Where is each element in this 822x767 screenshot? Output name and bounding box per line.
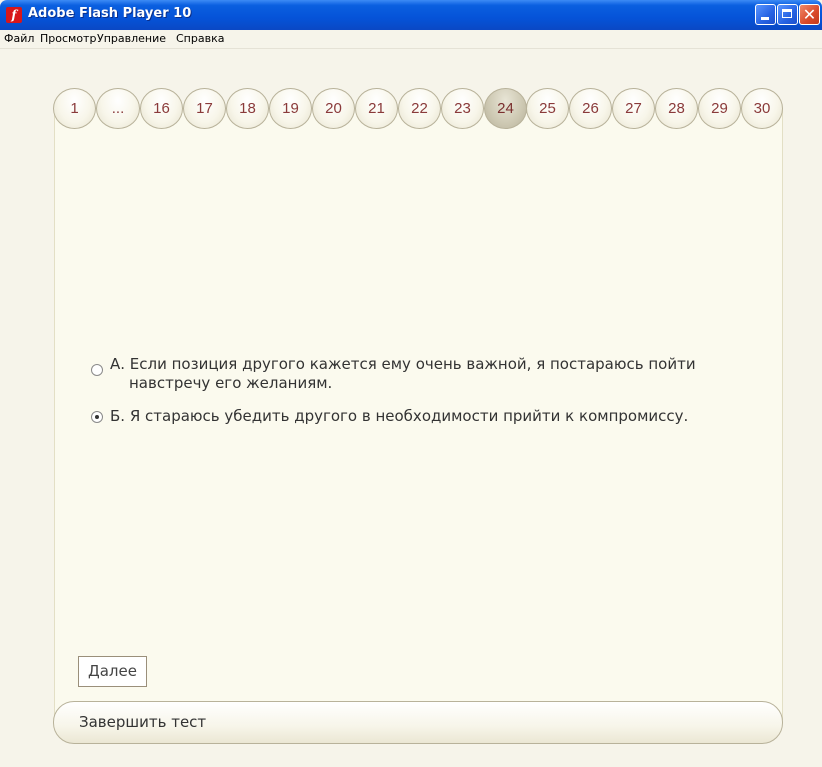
answer-text-a-line2[interactable]: навстречу его желаниям.	[129, 374, 332, 393]
tab-question-18[interactable]: 18	[226, 88, 269, 129]
menu-item-help[interactable]: Справка	[176, 32, 224, 45]
next-button[interactable]: Далее	[78, 656, 147, 687]
tab-question-27[interactable]: 27	[612, 88, 655, 129]
flash-icon: f	[6, 7, 22, 23]
tab-question-16[interactable]: 16	[140, 88, 183, 129]
tab-question-25[interactable]: 25	[526, 88, 569, 129]
tab-question-20[interactable]: 20	[312, 88, 355, 129]
title-bar: f Adobe Flash Player 10 ✕	[0, 0, 822, 30]
tab-question-30[interactable]: 30	[741, 88, 783, 129]
tab-question-24[interactable]: 24	[484, 88, 527, 129]
menu-item-file[interactable]: Файл	[4, 32, 34, 45]
close-button[interactable]: ✕	[799, 4, 820, 25]
tab-question-17[interactable]: 17	[183, 88, 226, 129]
tab-ellipsis[interactable]: ...	[96, 88, 140, 129]
minimize-button[interactable]	[755, 4, 776, 25]
close-icon: ✕	[802, 5, 817, 24]
tab-question-1[interactable]: 1	[53, 88, 96, 129]
menu-item-control[interactable]: Управление	[97, 32, 166, 45]
tab-question-23[interactable]: 23	[441, 88, 484, 129]
answer-radio-b[interactable]	[91, 411, 103, 423]
finish-test-button[interactable]: Завершить тест	[53, 701, 783, 744]
answer-text-b[interactable]: Б. Я стараюсь убедить другого в необходи…	[110, 407, 688, 426]
tab-question-19[interactable]: 19	[269, 88, 312, 129]
tab-question-29[interactable]: 29	[698, 88, 741, 129]
window-title: Adobe Flash Player 10	[28, 6, 192, 21]
tab-question-21[interactable]: 21	[355, 88, 398, 129]
tab-question-22[interactable]: 22	[398, 88, 441, 129]
tab-question-28[interactable]: 28	[655, 88, 698, 129]
answer-text-a-line1[interactable]: А. Если позиция другого кажется ему очен…	[110, 355, 696, 374]
menu-item-view[interactable]: Просмотр	[40, 32, 96, 45]
answer-radio-a[interactable]	[91, 364, 103, 376]
maximize-button[interactable]	[777, 4, 798, 25]
tab-question-26[interactable]: 26	[569, 88, 612, 129]
menu-bar: Файл Просмотр Управление Справка	[0, 30, 822, 49]
